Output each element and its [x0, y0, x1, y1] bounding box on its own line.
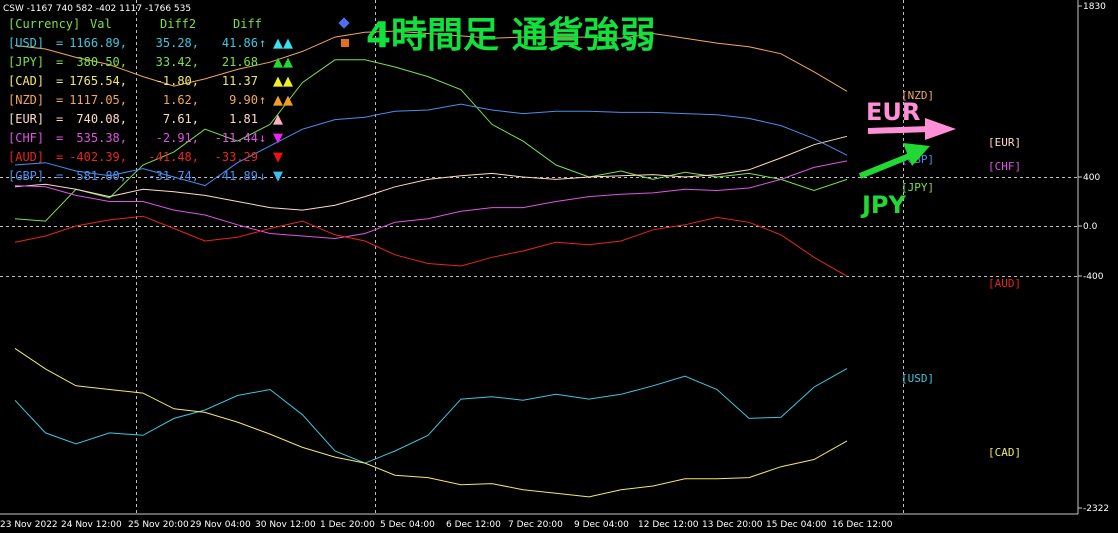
row-val: 581.80, [76, 169, 127, 183]
row-diff2: 35.28, [156, 36, 199, 50]
y-tick-label-3: -400 [1083, 272, 1104, 282]
right-label-eur: [EUR] [988, 136, 1021, 149]
row-equals: = [56, 55, 63, 69]
row-diff2: 7.61, [163, 112, 199, 126]
row-equals: = [56, 36, 63, 50]
row-val: 1765.54, [69, 74, 127, 88]
x-tick-label-6: 5 Dec 04:00 [380, 520, 435, 530]
row-triangle-icon: ▼ [273, 169, 283, 184]
row-triangle-icon: ▲ [273, 112, 283, 127]
row-equals: = [56, 112, 63, 126]
row-equals: = [56, 169, 63, 183]
chart-window: [NZD] [EUR] [GBP] [CHF] [JPY] [AUD] [USD] [CAD]… [0, 0, 1118, 533]
row-diff2: 33.42, [156, 55, 199, 69]
row-diff: -33.29 [215, 150, 258, 164]
right-label-chf: [CHF] [988, 160, 1021, 173]
y-tick-label-2: 0.0 [1083, 222, 1098, 232]
row-diff: -41.89 [215, 169, 258, 183]
row-label: [EUR] [8, 112, 44, 126]
y-tick-label-0: 1830 [1083, 2, 1106, 12]
row-triangle-icon: ▲▲ [273, 74, 293, 89]
table-header-diff: Diff [233, 17, 262, 31]
row-diff: 11.37 [222, 74, 258, 88]
x-tick-label-11: 13 Dec 20:00 [702, 520, 763, 530]
jpy-annotation: JPY [860, 191, 907, 219]
window-title: CSW -1167 740 582 -402 1117 -1766 535 [3, 4, 191, 14]
row-arrow-icon: ↓ [259, 169, 266, 183]
y-tick-label-4: -2322 [1083, 504, 1109, 514]
y-tick-label-1: 400 [1083, 173, 1100, 183]
row-label: [USD] [8, 36, 44, 50]
row-diff: -11.44 [215, 131, 258, 145]
x-tick-label-4: 30 Nov 12:00 [255, 520, 316, 530]
row-diff: 41.86 [222, 36, 258, 50]
row-triangle-icon: ▲▲ [273, 93, 293, 108]
row-label: [CAD] [8, 74, 44, 88]
row-label: [JPY] [8, 55, 44, 69]
row-equals: = [56, 131, 63, 145]
row-triangle-icon: ▼ [273, 131, 283, 146]
row-val: 1166.89, [69, 36, 127, 50]
row-val: 380.50, [76, 55, 127, 69]
right-label-aud: [AUD] [988, 277, 1021, 290]
row-diff2: -41.48, [148, 150, 199, 164]
row-val: 535.38, [76, 131, 127, 145]
row-arrow-icon: ↑ [259, 93, 266, 107]
currency-strength-chart: [NZD] [EUR] [GBP] [CHF] [JPY] [AUD] [USD] [CAD]… [0, 0, 1109, 530]
square-marker-icon [341, 39, 349, 47]
overlay-title: 4時間足 通貨強弱 [366, 15, 656, 56]
row-diff2: 1.62, [163, 93, 199, 107]
row-label: [GBP] [8, 169, 44, 183]
right-label-usd: [USD] [901, 372, 934, 385]
row-equals: = [56, 93, 63, 107]
right-label-jpy: [JPY] [901, 181, 934, 194]
row-arrow-icon: ↑ [259, 36, 266, 50]
row-diff: 1.81 [229, 112, 258, 126]
row-diff: 21.68 [222, 55, 258, 69]
x-tick-label-12: 15 Dec 04:00 [766, 520, 827, 530]
row-diff2: -2.91, [156, 131, 199, 145]
row-triangle-icon: ▲▲ [273, 55, 293, 70]
x-tick-label-13: 16 Dec 12:00 [832, 520, 893, 530]
row-val: 740.08, [76, 112, 127, 126]
x-tick-label-7: 6 Dec 12:00 [446, 520, 501, 530]
row-triangle-icon: ▲▲ [273, 36, 293, 51]
x-tick-label-1: 24 Nov 12:00 [61, 520, 122, 530]
right-label-cad: [CAD] [988, 446, 1021, 459]
x-tick-label-2: 25 Nov 20:00 [128, 520, 189, 530]
row-arrow-icon: ↓ [259, 131, 266, 145]
x-tick-label-5: 1 Dec 20:00 [320, 520, 375, 530]
table-header-currency: [Currency] [8, 17, 80, 31]
row-label: [NZD] [8, 93, 44, 107]
eur-annotation: EUR [866, 98, 920, 126]
row-diff2: -1.80, [156, 74, 199, 88]
table-header-diff2: Diff2 [160, 17, 196, 31]
x-tick-label-3: 29 Nov 04:00 [190, 520, 251, 530]
row-equals: = [56, 150, 63, 164]
row-triangle-icon: ▼ [273, 150, 283, 165]
row-val: -402.39, [69, 150, 127, 164]
x-tick-label-10: 12 Dec 12:00 [638, 520, 699, 530]
x-tick-label-8: 7 Dec 20:00 [508, 520, 563, 530]
row-equals: = [56, 74, 63, 88]
x-tick-label-0: 23 Nov 2022 [0, 520, 58, 530]
x-tick-label-9: 9 Dec 04:00 [574, 520, 629, 530]
row-diff2: -31.74, [148, 169, 199, 183]
row-label: [CHF] [8, 131, 44, 145]
row-val: 1117.05, [69, 93, 127, 107]
row-diff: 9.90 [229, 93, 258, 107]
x-axis-ticks: 23 Nov 2022 24 Nov 12:00 25 Nov 20:00 29 No… [0, 520, 893, 530]
y-axis-ticks: 1830 400 0.0 -400 -2322 [1078, 2, 1109, 514]
row-label: [AUD] [8, 150, 44, 164]
table-header-val: Val [90, 17, 112, 31]
